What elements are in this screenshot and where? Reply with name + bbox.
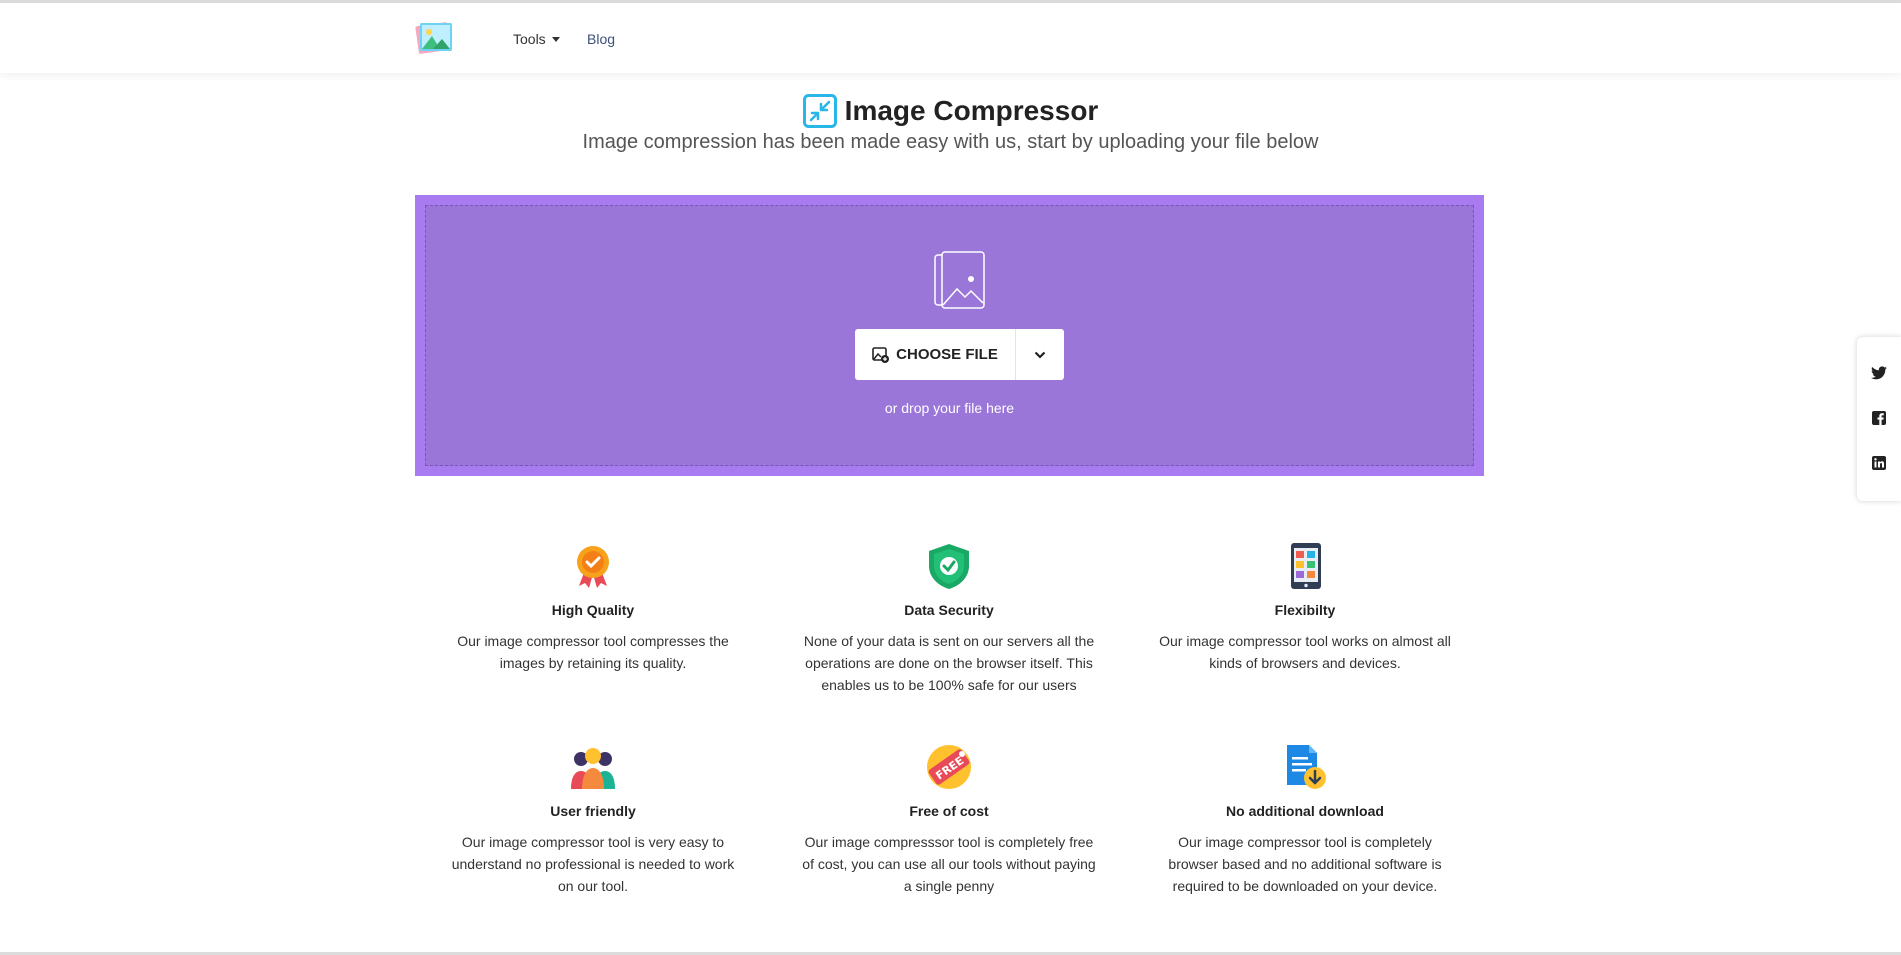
feature-title: Free of cost [909, 803, 989, 819]
feature-data-security: Data Security None of your data is sent … [799, 542, 1099, 696]
free-tag-icon: FREE [927, 745, 971, 789]
linkedin-icon[interactable] [1870, 454, 1888, 472]
compress-arrows-icon [802, 94, 837, 128]
navbar: Tools Blog [0, 3, 1901, 73]
feature-text: Our image compressor tool is very easy t… [451, 834, 735, 894]
feature-no-download: No additional download Our image compres… [1155, 743, 1455, 897]
facebook-icon[interactable] [1870, 409, 1888, 427]
users-group-icon [571, 748, 615, 789]
feature-text: Our image compressor tool is completely … [1168, 834, 1442, 894]
feature-text: Our image compressor tool works on almos… [1159, 633, 1451, 671]
twitter-icon[interactable] [1870, 364, 1888, 382]
feature-title: User friendly [550, 803, 636, 819]
feature-high-quality: High Quality Our image compressor tool c… [443, 542, 743, 674]
feature-title: High Quality [551, 602, 635, 618]
blog-link[interactable]: Blog [587, 31, 615, 47]
upload-dropzone[interactable]: CHOOSE FILE or drop your file here [415, 195, 1484, 476]
upload-source-dropdown[interactable] [1016, 329, 1064, 380]
mobile-device-icon [1291, 543, 1321, 589]
choose-file-button[interactable]: CHOOSE FILE [855, 329, 1016, 380]
feature-flexibility: Flexibilty Our image compressor tool wor… [1155, 542, 1455, 674]
feature-free-of-cost: FREE Free of cost Our image compresssor … [799, 743, 1099, 897]
choose-file-group: CHOOSE FILE [855, 329, 1064, 380]
feature-user-friendly: User friendly Our image compressor tool … [443, 743, 743, 897]
choose-file-label: CHOOSE FILE [896, 346, 998, 363]
page-title: Image Compressor [0, 94, 1901, 128]
tools-label: Tools [513, 31, 546, 47]
page-subtitle: Image compression has been made easy wit… [582, 131, 1319, 153]
page-title-text: Image Compressor [844, 95, 1099, 126]
feature-title: Data Security [904, 602, 994, 618]
caret-down-icon [551, 36, 560, 42]
image-files-icon [934, 251, 985, 309]
landscape-image-icon[interactable] [415, 18, 455, 58]
social-share-bar [1857, 337, 1901, 501]
feature-text: None of your data is sent on our servers… [803, 633, 1095, 693]
shield-check-icon [929, 544, 969, 589]
file-image-icon [872, 346, 890, 363]
dropzone-border: CHOOSE FILE or drop your file here [425, 205, 1474, 466]
feature-title: Flexibilty [1274, 602, 1336, 618]
feature-text: Our image compresssor tool is completely… [802, 834, 1096, 894]
chevron-down-icon [1034, 351, 1046, 359]
drop-hint: or drop your file here [884, 400, 1015, 416]
feature-text: Our image compressor tool compresses the… [457, 633, 729, 671]
tools-dropdown[interactable]: Tools [513, 31, 560, 47]
award-medal-icon [577, 546, 609, 588]
file-download-icon [1287, 745, 1326, 789]
feature-title: No additional download [1226, 803, 1384, 819]
